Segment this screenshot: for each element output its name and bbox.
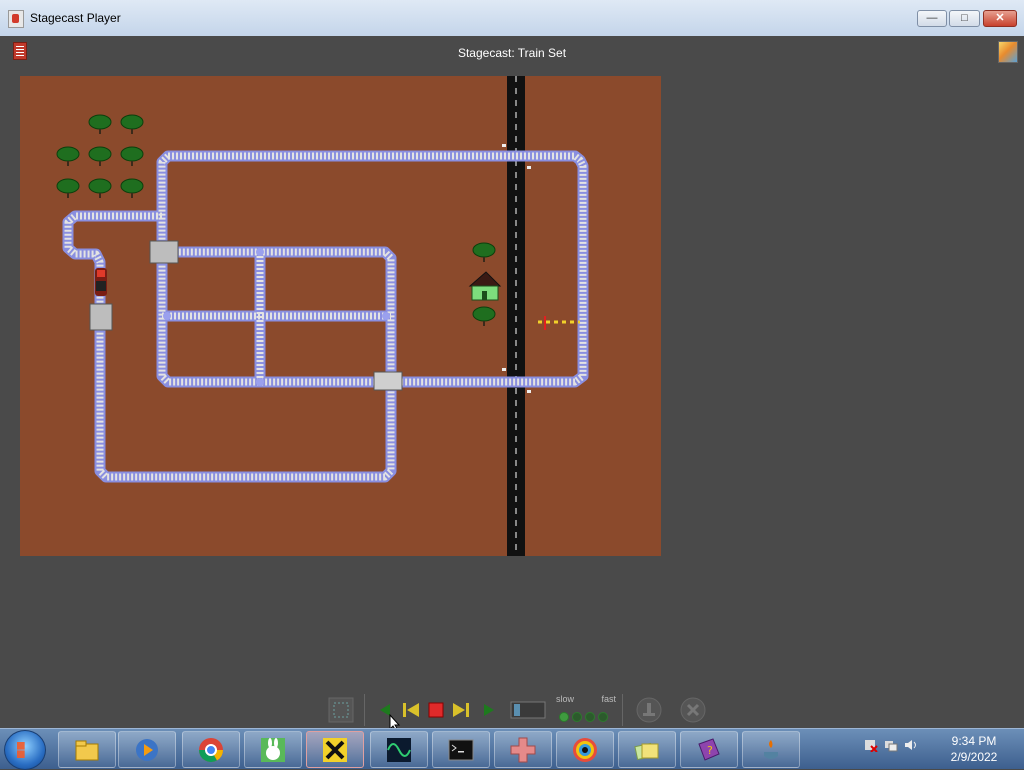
train-engine	[95, 268, 107, 296]
speed-slow-label: slow	[556, 694, 575, 704]
command-prompt-icon	[448, 739, 474, 760]
speed-fast-label: fast	[601, 694, 616, 704]
x-app-icon	[323, 737, 347, 762]
taskbar-app-folders[interactable]	[618, 731, 676, 768]
grid-toggle-button[interactable]	[326, 692, 356, 728]
taskbar-app-bunny[interactable]	[244, 731, 302, 768]
road	[507, 76, 525, 556]
stamp-icon	[636, 697, 662, 723]
window-title: Stagecast Player	[30, 11, 121, 25]
stop-button[interactable]	[426, 692, 446, 728]
stagecast-app-icon	[8, 10, 24, 28]
close-button[interactable]: ✕	[983, 10, 1017, 27]
save-button[interactable]	[634, 692, 664, 728]
start-button[interactable]	[4, 730, 46, 770]
railroad-tracks	[62, 150, 589, 483]
stage-icon[interactable]	[998, 41, 1018, 63]
speed-dot[interactable]	[585, 712, 595, 722]
taskbar-app-command-prompt[interactable]	[432, 731, 490, 768]
stage[interactable]	[20, 76, 661, 556]
taskbar: ? 9:34 PM 2/9/2022	[0, 728, 1024, 770]
folders-icon	[634, 742, 659, 760]
crossing-gate	[538, 316, 580, 330]
media-player-icon	[136, 738, 158, 761]
clear-button[interactable]	[678, 692, 708, 728]
step-forward-icon	[453, 703, 469, 717]
clock-date: 2/9/2022	[950, 750, 998, 764]
system-tray	[864, 738, 918, 753]
speed-selector: slow fast	[556, 692, 616, 728]
house	[468, 271, 502, 301]
speed-slider[interactable]	[508, 692, 548, 728]
stop-square-icon	[428, 702, 444, 718]
controls-divider	[622, 694, 623, 726]
taskbar-app-java[interactable]	[742, 731, 800, 768]
action-center-icon[interactable]	[864, 738, 878, 753]
clock-time: 9:34 PM	[951, 734, 997, 748]
world-title: Stagecast: Train Set	[457, 46, 567, 60]
taskbar-app-gear[interactable]	[556, 731, 614, 768]
chrome-icon	[199, 737, 223, 762]
close-circle-icon	[680, 697, 706, 723]
cross-grid-icon	[510, 737, 536, 762]
step-back-button[interactable]	[400, 692, 422, 728]
controls-divider	[364, 694, 365, 726]
speed-dot[interactable]	[559, 712, 569, 722]
maximize-button[interactable]: □	[949, 10, 980, 27]
bunny-icon	[261, 737, 285, 762]
playback-controls: slow fast	[0, 692, 1024, 728]
taskbar-clock[interactable]: 9:34 PM 2/9/2022	[940, 733, 1008, 765]
window-titlebar: Stagecast Player — □ ✕	[0, 0, 1024, 37]
volume-icon[interactable]	[904, 738, 918, 752]
help-book-icon: ?	[698, 737, 720, 761]
play-button[interactable]	[480, 692, 498, 728]
folder-icon	[75, 740, 99, 760]
step-back-icon	[403, 703, 419, 717]
minimize-button[interactable]: —	[917, 10, 947, 27]
network-icon[interactable]	[884, 738, 898, 752]
svg-text:?: ?	[707, 744, 713, 757]
speed-dot[interactable]	[598, 712, 608, 722]
taskbar-app-grid[interactable]	[494, 731, 552, 768]
speed-dot[interactable]	[572, 712, 582, 722]
taskbar-app-oscilloscope[interactable]	[370, 731, 428, 768]
taskbar-app-chrome[interactable]	[182, 731, 240, 768]
taskbar-app-help-book[interactable]: ?	[680, 731, 738, 768]
oscilloscope-icon	[387, 737, 411, 762]
java-icon	[764, 739, 778, 759]
triangle-right-icon	[484, 704, 494, 716]
taskbar-app-file-explorer[interactable]	[58, 731, 116, 768]
step-forward-button[interactable]	[450, 692, 472, 728]
taskbar-app-media-player[interactable]	[118, 731, 176, 768]
stage-scene	[56, 76, 589, 556]
colorful-gear-icon	[573, 737, 597, 762]
taskbar-app-stagecast[interactable]	[306, 731, 364, 768]
slider-icon	[510, 701, 546, 719]
